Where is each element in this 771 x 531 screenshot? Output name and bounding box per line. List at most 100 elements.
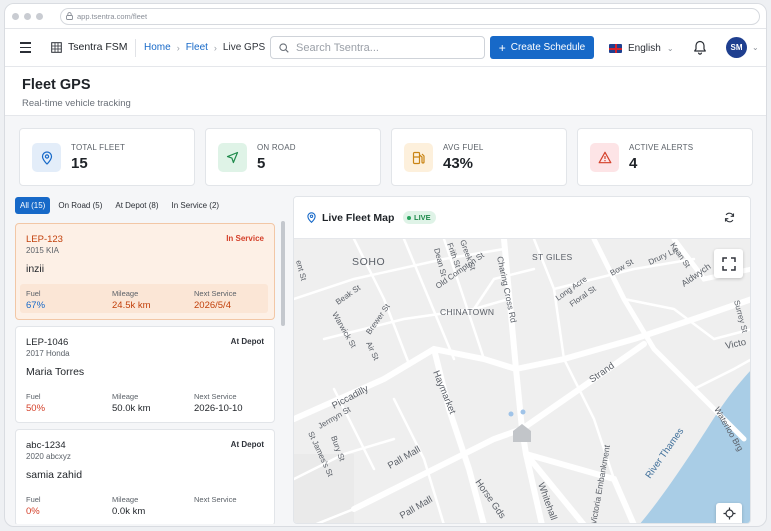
driver-name: Maria Torres [26, 366, 85, 378]
breadcrumb: Home › Fleet › Live GPS [144, 42, 265, 53]
language-selector[interactable]: English ⌄ [609, 43, 674, 54]
stat-value: 15 [71, 155, 88, 172]
live-badge: LIVE [403, 211, 436, 224]
browser-chrome: app.tsentra.com/fleet [5, 4, 766, 29]
search-input[interactable]: Search Tsentra... [270, 36, 485, 59]
fuel-label: Fuel [26, 495, 41, 504]
vehicle-marker[interactable] [508, 411, 514, 417]
mileage-value: 24.5k km [112, 300, 151, 311]
vehicle-metrics: Fuel 50% Mileage 50.0k km Next Service 2026… [20, 387, 268, 416]
map-label-soho: SOHO [352, 256, 385, 268]
mileage-value: 0.0k km [112, 506, 146, 517]
mileage-value: 50.0k km [112, 403, 151, 414]
mileage-label: Mileage [112, 495, 139, 504]
map-canvas[interactable]: SOHO ST GILES CHINATOWN Charing Cross Rd… [294, 239, 750, 523]
location-pin-icon [32, 143, 61, 172]
stat-card-total-fleet: TOTAL FLEET 15 [19, 128, 195, 186]
address-bar[interactable]: app.tsentra.com/fleet [60, 7, 760, 25]
stat-label: AVG FUEL [443, 143, 484, 152]
chevron-down-icon: ⌄ [666, 44, 674, 53]
vehicle-card[interactable]: LEP-123 2015 KIA In Service inzii Fuel 67… [15, 223, 275, 320]
fuel-value: 67% [26, 300, 46, 311]
stat-value: 43% [443, 155, 474, 172]
chevron-right-icon: › [213, 42, 217, 53]
mileage-label: Mileage [112, 392, 139, 401]
next-service-value: 2026-10-10 [194, 403, 243, 414]
page-header: Fleet GPS Real-time vehicle tracking [5, 67, 766, 116]
mileage-label: Mileage [112, 289, 139, 298]
live-badge-label: LIVE [414, 213, 431, 222]
stat-label: ACTIVE ALERTS [629, 143, 694, 152]
avatar[interactable]: SM [726, 37, 747, 58]
live-dot-icon [407, 215, 411, 220]
breadcrumb-current: Live GPS [222, 42, 266, 53]
next-service-label: Next Service [194, 392, 237, 401]
fuel-pump-icon [404, 143, 433, 172]
map-header: Live Fleet Map LIVE [294, 197, 750, 239]
chevron-right-icon: › [176, 42, 180, 53]
next-service-value: 2026/5/4 [194, 300, 231, 311]
vehicle-metrics: Fuel 67% Mileage 24.5k km Next Service 2026… [20, 284, 268, 313]
vehicle-marker[interactable] [520, 409, 526, 415]
fuel-label: Fuel [26, 392, 41, 401]
vehicle-plate: LEP-1046 [26, 337, 69, 348]
stat-value: 4 [629, 155, 638, 172]
vehicle-filter-tabs: All (15) On Road (5) At Depot (8) In Ser… [15, 197, 227, 214]
driver-name: samia zahid [26, 469, 83, 481]
breadcrumb-fleet[interactable]: Fleet [186, 42, 208, 53]
plus-icon: + [498, 40, 506, 55]
status-badge: At Depot [230, 337, 264, 346]
stat-label: ON ROAD [257, 143, 296, 152]
warning-triangle-icon [590, 143, 619, 172]
map-label-st-giles: ST GILES [532, 252, 573, 262]
app-header: Tsentra FSM Home › Fleet › Live GPS Sear… [5, 29, 766, 67]
window-dot[interactable] [12, 12, 19, 20]
tab-at-depot[interactable]: At Depot (8) [110, 197, 163, 214]
stat-card-avg-fuel: AVG FUEL 43% [391, 128, 567, 186]
menu-icon[interactable] [20, 42, 31, 53]
tab-all[interactable]: All (15) [15, 197, 51, 214]
tab-in-service[interactable]: In Service (2) [167, 197, 225, 214]
url-text: app.tsentra.com/fleet [77, 11, 148, 21]
language-label: English [628, 43, 661, 54]
fuel-value: 0% [26, 506, 40, 517]
create-schedule-label: Create Schedule [510, 42, 586, 53]
window-dot[interactable] [24, 12, 31, 20]
status-badge: In Service [226, 234, 264, 243]
building-icon [51, 41, 62, 53]
vehicle-list-scrollbar[interactable] [281, 221, 285, 326]
vehicle-metrics: Fuel 0% Mileage 0.0k km Next Service [20, 490, 268, 519]
map-title: Live Fleet Map [322, 212, 395, 224]
header-divider [135, 39, 136, 57]
brand-name: Tsentra FSM [68, 41, 128, 53]
locate-icon[interactable] [716, 503, 742, 523]
fullscreen-icon[interactable] [714, 249, 743, 278]
refresh-icon[interactable] [724, 212, 735, 223]
chevron-down-icon[interactable]: ⌄ [752, 43, 759, 52]
stat-value: 5 [257, 155, 266, 172]
create-schedule-button[interactable]: + Create Schedule [490, 36, 594, 59]
notification-bell-icon[interactable] [693, 40, 707, 60]
fuel-label: Fuel [26, 289, 41, 298]
vehicle-card[interactable]: abc-1234 2020 abcxyz At Depot samia zahi… [15, 429, 275, 524]
page-subtitle: Real-time vehicle tracking [22, 98, 131, 109]
vehicle-plate: abc-1234 [26, 440, 66, 451]
fuel-value: 50% [26, 403, 46, 414]
tab-on-road[interactable]: On Road (5) [53, 197, 107, 214]
uk-flag-icon [609, 44, 622, 53]
window-dot[interactable] [36, 12, 43, 20]
lock-icon [66, 12, 73, 20]
vehicle-card[interactable]: LEP-1046 2017 Honda At Depot Maria Torre… [15, 326, 275, 423]
map-label-chinatown: CHINATOWN [440, 307, 494, 317]
search-placeholder: Search Tsentra... [296, 41, 379, 54]
page-title: Fleet GPS [22, 77, 91, 93]
next-service-label: Next Service [194, 289, 237, 298]
vehicle-model: 2020 abcxyz [26, 452, 71, 461]
driver-name: inzii [26, 263, 45, 275]
next-service-label: Next Service [194, 495, 237, 504]
breadcrumb-home[interactable]: Home [144, 42, 171, 53]
brand[interactable]: Tsentra FSM [51, 41, 128, 53]
location-pin-icon [307, 212, 316, 223]
vehicle-model: 2015 KIA [26, 246, 59, 255]
vehicle-model: 2017 Honda [26, 349, 70, 358]
